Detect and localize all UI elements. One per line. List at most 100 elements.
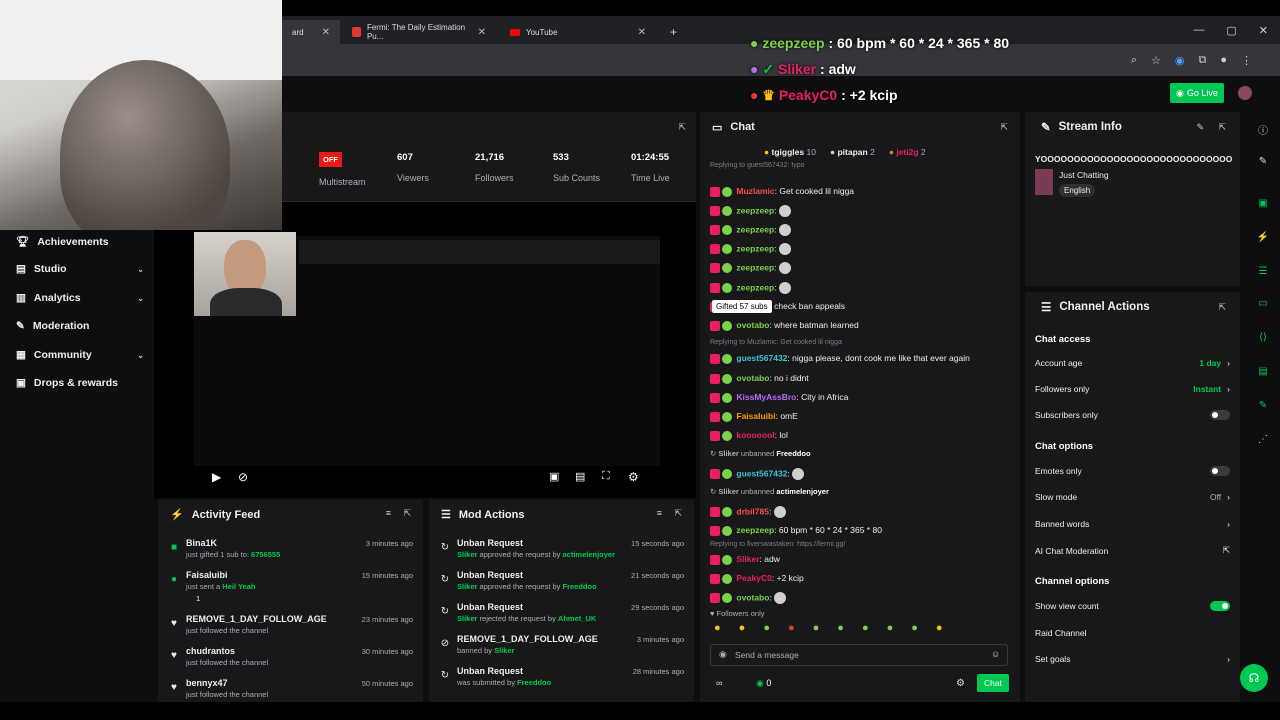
info-icon[interactable]: ⓘ <box>1256 122 1270 137</box>
banned-words-row[interactable]: Banned words › <box>1035 519 1230 529</box>
emote-icon[interactable]: ● <box>739 622 746 634</box>
stream-preview[interactable] <box>154 202 696 498</box>
chat-username[interactable]: ovotabo <box>736 320 769 330</box>
edit-icon[interactable]: ✎ <box>1196 122 1204 133</box>
profile-icon[interactable]: ● <box>1220 54 1227 66</box>
close-icon[interactable]: ✕ <box>638 27 646 38</box>
emote-icon[interactable]: ● <box>887 622 894 634</box>
chat-username[interactable]: zeepzeep <box>736 525 774 535</box>
emoji-icon[interactable]: ☺ <box>991 649 1000 659</box>
filter-icon[interactable]: ≡ <box>386 508 391 518</box>
new-tab-button[interactable]: + <box>660 20 680 44</box>
filter-icon[interactable]: ≡ <box>657 508 662 518</box>
link-icon[interactable]: ∞ <box>716 678 722 688</box>
chat-username[interactable]: zeepzeep <box>736 224 774 234</box>
chat-username[interactable]: zeepzeep <box>736 262 774 272</box>
popout-icon[interactable]: ⇱ <box>1218 302 1226 313</box>
slow-mode-row[interactable]: Slow mode Off › <box>1035 492 1230 502</box>
close-window-icon[interactable]: ✕ <box>1259 24 1268 37</box>
sidebar-item-achievements[interactable]: 🏆︎ Achievements <box>16 235 144 249</box>
stack-icon[interactable]: ▤ <box>1256 366 1270 380</box>
go-live-button[interactable]: ◉ Go Live <box>1170 83 1224 103</box>
set-goals-row[interactable]: Set goals › <box>1035 654 1230 664</box>
chat-username[interactable]: ovotabo <box>736 373 769 383</box>
popout-icon[interactable]: ⇱ <box>403 508 411 519</box>
chat-username[interactable]: guest567432 <box>736 353 787 363</box>
mute-icon[interactable]: ⊘ <box>238 470 248 484</box>
show-view-count-toggle[interactable] <box>1210 601 1230 611</box>
gear-icon[interactable]: ⚙ <box>956 678 965 689</box>
emote-icon[interactable]: ● <box>936 622 943 634</box>
browser-tab-active[interactable]: ard ✕ <box>282 20 340 44</box>
chat-username[interactable]: ovotabo <box>736 592 769 602</box>
chat-username[interactable]: zeepzeep <box>736 282 774 292</box>
chat-username[interactable]: guest567432 <box>736 468 787 478</box>
account-age-row[interactable]: Account age 1 day › <box>1035 358 1230 368</box>
chat-username[interactable]: zeepzeep <box>736 243 774 253</box>
chat-username[interactable]: Faisaluibi <box>736 411 775 421</box>
top-gifter[interactable]: ● jeti2g 2 <box>889 147 926 157</box>
sidebar-item-studio[interactable]: ▤ Studio ⌄ <box>16 263 144 275</box>
multistream-stat[interactable]: OFF Multistream <box>319 152 366 187</box>
chat-username[interactable]: zeepzeep <box>736 205 774 215</box>
browser-tab-youtube[interactable]: YouTube ✕ <box>500 20 656 44</box>
chat-username[interactable]: PeakyC0 <box>736 573 771 583</box>
stream-category[interactable]: Just Chatting <box>1059 170 1109 180</box>
close-icon[interactable]: ✕ <box>478 27 486 38</box>
popout-icon[interactable]: ⇱ <box>678 122 686 133</box>
emote-icon[interactable]: ● <box>911 622 918 634</box>
list-icon[interactable]: ☰ <box>1256 266 1270 280</box>
wrench-icon[interactable]: ✎ <box>1256 400 1270 414</box>
chat-input[interactable]: Send a message <box>710 644 1008 666</box>
play-icon[interactable]: ▶ <box>212 470 221 484</box>
layout-icon[interactable]: ▣ <box>1256 198 1270 212</box>
emote-icon[interactable]: ● <box>837 622 844 634</box>
subscribers-only-toggle[interactable] <box>1210 410 1230 420</box>
send-chat-button[interactable]: Chat <box>977 674 1009 692</box>
popout-icon[interactable]: ⇱ <box>1218 122 1226 133</box>
emote-icon[interactable]: ● <box>788 622 795 634</box>
popout-icon[interactable]: ⇱ <box>1000 122 1008 133</box>
extension-icon[interactable]: ◉ <box>1175 54 1185 67</box>
star-icon[interactable]: ☆ <box>1151 54 1161 67</box>
emote-icon[interactable]: ● <box>714 622 721 634</box>
sidebar-item-drops[interactable]: ▣ Drops & rewards <box>16 377 144 389</box>
emote-icon[interactable]: ● <box>862 622 869 634</box>
code-icon[interactable]: ⟨⟩ <box>1256 332 1270 346</box>
popout-icon[interactable]: ⇱ <box>674 508 682 519</box>
ai-moderation-row[interactable]: AI Chat Moderation ⇱ <box>1035 545 1230 556</box>
bolt-icon[interactable]: ⚡ <box>1256 232 1270 246</box>
theater-icon[interactable]: ▣ <box>549 470 559 483</box>
edit-icon[interactable]: ✎ <box>1256 156 1270 170</box>
share-icon[interactable]: ⋰ <box>1256 434 1270 448</box>
minimize-icon[interactable]: — <box>1193 24 1204 36</box>
emote-icon[interactable]: ● <box>763 622 770 634</box>
followers-only-row[interactable]: Followers only Instant › <box>1035 384 1230 394</box>
clip-icon[interactable]: ▤ <box>575 470 585 483</box>
chat-settings-icon[interactable]: ◉ <box>719 649 727 660</box>
browser-tab-fermi[interactable]: Fermi: The Daily Estimation Pu... ✕ <box>342 20 496 44</box>
fullscreen-icon[interactable]: ⛶ <box>602 470 610 483</box>
top-gifter[interactable]: ● tgiggles 10 <box>764 147 816 157</box>
emotes-only-toggle[interactable] <box>1210 466 1230 476</box>
chat-username[interactable]: Muzlamic <box>736 186 774 196</box>
chat-username[interactable]: kooooool <box>736 430 774 440</box>
maximize-icon[interactable]: ▢ <box>1226 24 1236 37</box>
close-icon[interactable]: ✕ <box>322 27 330 38</box>
chat-username[interactable]: drbil785 <box>736 506 769 516</box>
search-icon[interactable]: ⌕ <box>1131 54 1137 67</box>
sidebar-item-moderation[interactable]: ✎ Moderation <box>16 320 144 332</box>
menu-icon[interactable]: ⋮ <box>1241 54 1252 67</box>
avatar[interactable] <box>1238 86 1252 100</box>
puzzle-icon[interactable]: ⧉ <box>1198 54 1206 67</box>
chat-username[interactable]: KissMyAssBro <box>736 392 796 402</box>
top-gifter[interactable]: ● pitapan 2 <box>830 147 875 157</box>
chat-icon[interactable]: ▭ <box>1256 298 1270 312</box>
sidebar-item-community[interactable]: ▦ Community ⌄ <box>16 349 144 361</box>
sidebar-item-analytics[interactable]: ▥ Analytics ⌄ <box>16 292 144 304</box>
chat-username[interactable]: Sliker <box>736 554 759 564</box>
gear-icon[interactable]: ⚙ <box>628 470 639 484</box>
support-button[interactable]: ☊ <box>1240 664 1268 692</box>
raid-channel-row[interactable]: Raid Channel <box>1035 628 1230 638</box>
emote-icon[interactable]: ● <box>813 622 820 634</box>
